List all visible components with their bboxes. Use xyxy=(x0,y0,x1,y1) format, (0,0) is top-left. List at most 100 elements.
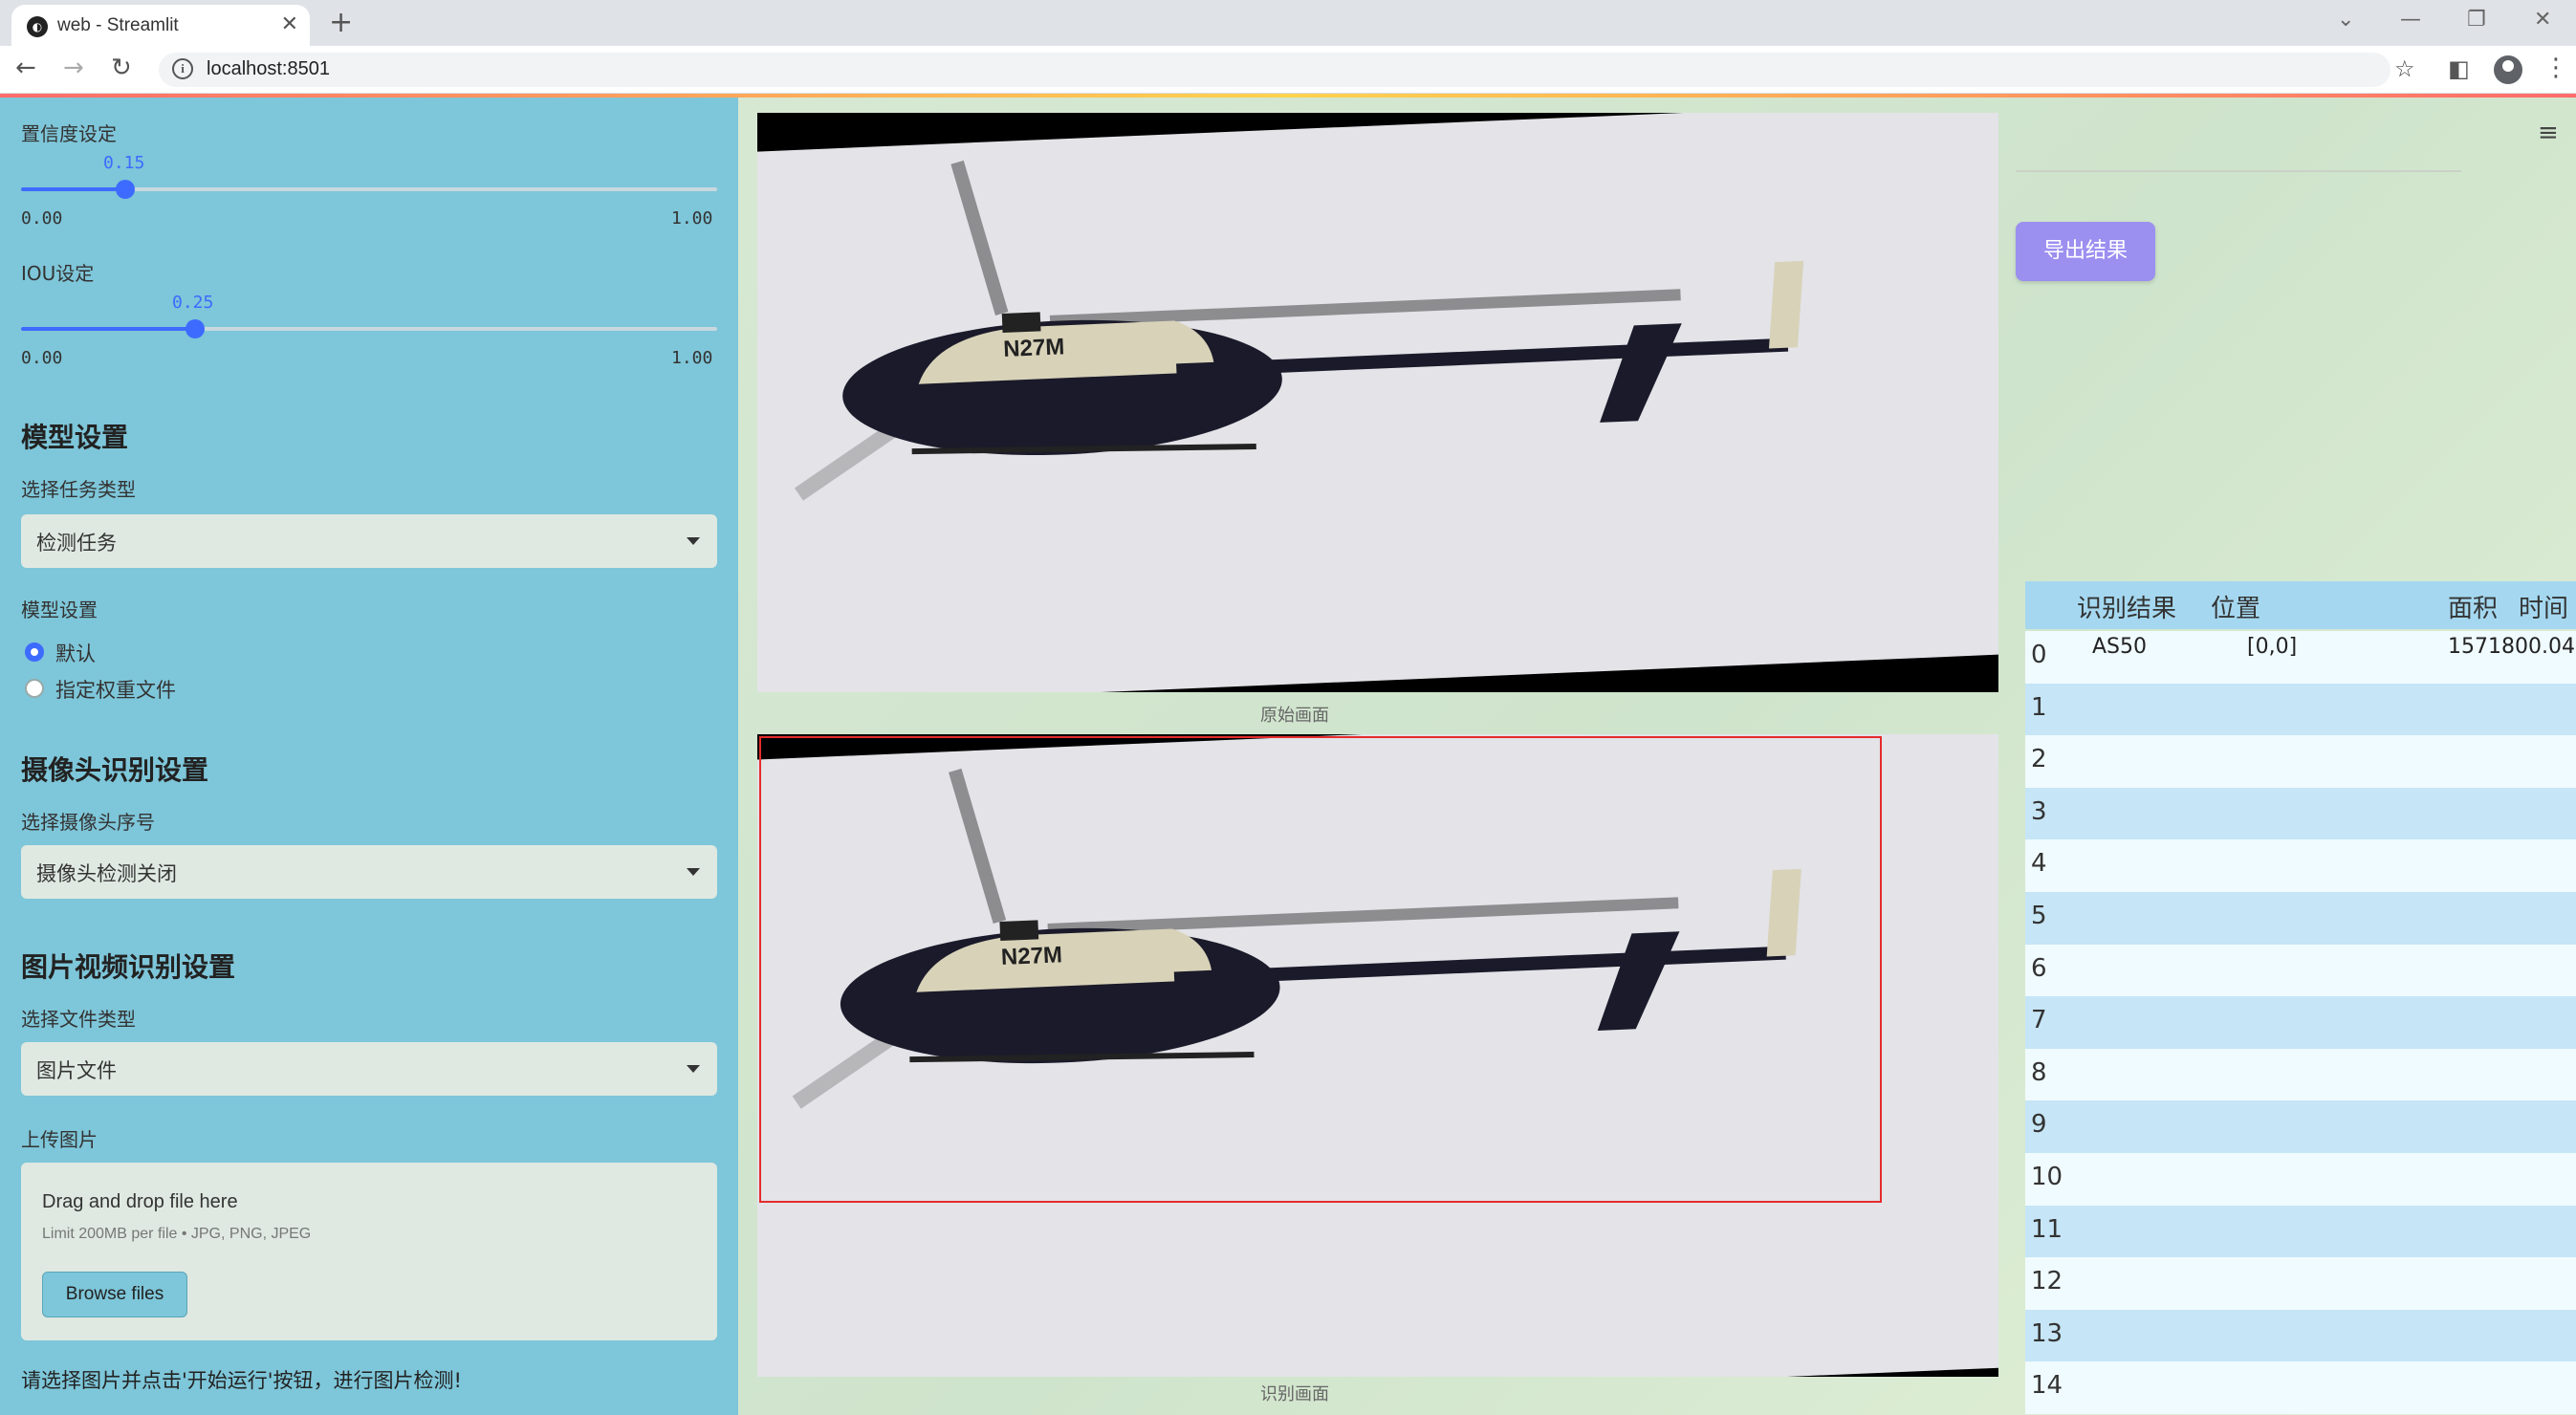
browse-files-button[interactable]: Browse files xyxy=(42,1272,187,1317)
site-info-icon[interactable]: i xyxy=(172,58,193,79)
dropzone-limit: Limit 200MB per file • JPG, PNG, JPEG xyxy=(42,1226,312,1242)
cell-area: 1571800.04 xyxy=(2448,635,2575,659)
table-row[interactable]: 3 xyxy=(2025,787,2576,840)
bookmark-star-icon[interactable]: ☆ xyxy=(2394,55,2415,82)
instruction-text: 请选择图片并点击'开始运行'按钮，进行图片检测! xyxy=(21,1369,462,1392)
camera-settings-heading: 摄像头识别设置 xyxy=(21,754,209,786)
row-index: 10 xyxy=(2031,1163,2063,1191)
table-row[interactable]: 11 xyxy=(2025,1205,2576,1258)
streamlit-favicon-icon: ◐ xyxy=(27,16,48,37)
restore-icon[interactable]: ❐ xyxy=(2467,8,2486,32)
original-caption: 原始画面 xyxy=(1260,706,1329,726)
iou-label: IOU设定 xyxy=(21,262,95,285)
row-index: 6 xyxy=(2031,953,2047,983)
confidence-min: 0.00 xyxy=(21,208,63,229)
table-row[interactable]: 12 xyxy=(2025,1257,2576,1310)
forward-icon[interactable]: → xyxy=(63,54,84,82)
browser-toolbar: ← → ↻ i localhost:8501 ☆ ◧ ⋮ xyxy=(0,46,2576,94)
task-type-label: 选择任务类型 xyxy=(21,478,136,501)
table-row[interactable]: 13 xyxy=(2025,1309,2576,1362)
hamburger-menu-icon[interactable]: ≡ xyxy=(2538,119,2559,147)
iou-slider[interactable] xyxy=(21,319,717,338)
confidence-slider[interactable] xyxy=(21,180,717,199)
row-index: 11 xyxy=(2031,1214,2063,1244)
reload-icon[interactable]: ↻ xyxy=(111,54,132,82)
camera-index-label: 选择摄像头序号 xyxy=(21,811,155,834)
table-row[interactable]: 2 xyxy=(2025,735,2576,788)
confidence-slider-fill xyxy=(21,187,125,191)
header-position[interactable]: 位置 xyxy=(2211,589,2260,624)
side-panel-icon[interactable]: ◧ xyxy=(2448,55,2470,82)
camera-select[interactable]: 摄像头检测关闭 xyxy=(21,845,717,899)
media-settings-heading: 图片视频识别设置 xyxy=(21,951,236,983)
row-index: 5 xyxy=(2031,902,2047,930)
file-uploader-dropzone[interactable]: Drag and drop file here Limit 200MB per … xyxy=(21,1163,717,1340)
table-row[interactable]: 14 xyxy=(2025,1361,2576,1414)
table-row[interactable]: 9 xyxy=(2025,1100,2576,1153)
confidence-value: 0.15 xyxy=(103,153,145,173)
close-tab-icon[interactable]: ✕ xyxy=(281,12,298,36)
row-index: 0 xyxy=(2031,641,2047,669)
table-row[interactable]: 7 xyxy=(2025,996,2576,1049)
table-row[interactable]: 6 xyxy=(2025,944,2576,997)
iou-slider-thumb[interactable] xyxy=(186,319,205,338)
model-radio-label: 模型设置 xyxy=(21,599,98,621)
table-row[interactable]: 10 xyxy=(2025,1153,2576,1206)
radio-custom-weights[interactable] xyxy=(25,679,44,698)
helicopter-illustration: N27M xyxy=(794,160,1804,501)
divider xyxy=(2016,170,2461,172)
table-row[interactable]: 8 xyxy=(2025,1048,2576,1101)
chevron-down-icon xyxy=(687,1065,700,1073)
radio-default-label[interactable]: 默认 xyxy=(55,639,96,667)
close-window-icon[interactable]: ✕ xyxy=(2534,8,2551,32)
cell-result: AS50 xyxy=(2092,635,2148,659)
original-image: N27M xyxy=(757,113,1998,692)
browser-menu-icon[interactable]: ⋮ xyxy=(2543,54,2568,82)
chevron-down-icon xyxy=(687,537,700,545)
file-type-label: 选择文件类型 xyxy=(21,1008,136,1031)
browser-tab[interactable]: ◐ web - Streamlit ✕ xyxy=(11,5,310,46)
new-tab-icon[interactable]: + xyxy=(329,6,353,39)
iou-value: 0.25 xyxy=(172,293,214,313)
detection-bounding-box xyxy=(759,736,1882,1203)
confidence-slider-thumb[interactable] xyxy=(116,180,135,199)
upload-label: 上传图片 xyxy=(21,1128,98,1151)
camera-select-value: 摄像头检测关闭 xyxy=(36,862,177,885)
header-result[interactable]: 识别结果 xyxy=(2077,589,2176,624)
confidence-max: 1.00 xyxy=(671,208,713,229)
row-index: 9 xyxy=(2031,1110,2047,1140)
dropzone-title: Drag and drop file here xyxy=(42,1191,238,1212)
table-row[interactable]: 1 xyxy=(2025,683,2576,736)
address-bar[interactable]: i localhost:8501 xyxy=(159,53,2390,87)
aircraft-marking: N27M xyxy=(1003,334,1065,362)
radio-default[interactable] xyxy=(25,642,44,662)
row-index: 14 xyxy=(2031,1371,2063,1401)
file-type-value: 图片文件 xyxy=(36,1059,117,1082)
header-area[interactable]: 面积 xyxy=(2448,589,2498,624)
model-settings-heading: 模型设置 xyxy=(21,422,129,453)
row-index: 2 xyxy=(2031,745,2047,774)
task-type-value: 检测任务 xyxy=(36,532,117,555)
row-index: 13 xyxy=(2031,1318,2063,1348)
iou-min: 0.00 xyxy=(21,348,63,368)
table-row[interactable]: 4 xyxy=(2025,839,2576,892)
row-index: 12 xyxy=(2031,1267,2063,1296)
header-time[interactable]: 时间 xyxy=(2519,589,2568,624)
table-row[interactable]: 5 xyxy=(2025,892,2576,945)
table-header: 识别结果 位置 面积 时间 xyxy=(2025,581,2576,629)
row-index: 8 xyxy=(2031,1057,2047,1087)
row-index: 3 xyxy=(2031,796,2047,826)
iou-max: 1.00 xyxy=(671,348,713,368)
minimize-icon[interactable]: — xyxy=(2400,8,2421,32)
radio-custom-weights-label[interactable]: 指定权重文件 xyxy=(55,675,176,704)
table-row[interactable]: 0 AS50 [0,0] 1571800.04 xyxy=(2025,631,2576,684)
export-results-button[interactable]: 导出结果 xyxy=(2016,222,2155,281)
row-index: 4 xyxy=(2031,849,2047,879)
tab-search-icon[interactable]: ⌄ xyxy=(2337,8,2354,32)
tab-strip: ◐ web - Streamlit ✕ + ⌄ — ❐ ✕ xyxy=(0,0,2576,46)
file-type-select[interactable]: 图片文件 xyxy=(21,1042,717,1096)
back-icon[interactable]: ← xyxy=(15,54,36,82)
task-type-select[interactable]: 检测任务 xyxy=(21,514,717,568)
profile-avatar-icon[interactable] xyxy=(2494,55,2522,84)
url-text[interactable]: localhost:8501 xyxy=(207,58,330,80)
